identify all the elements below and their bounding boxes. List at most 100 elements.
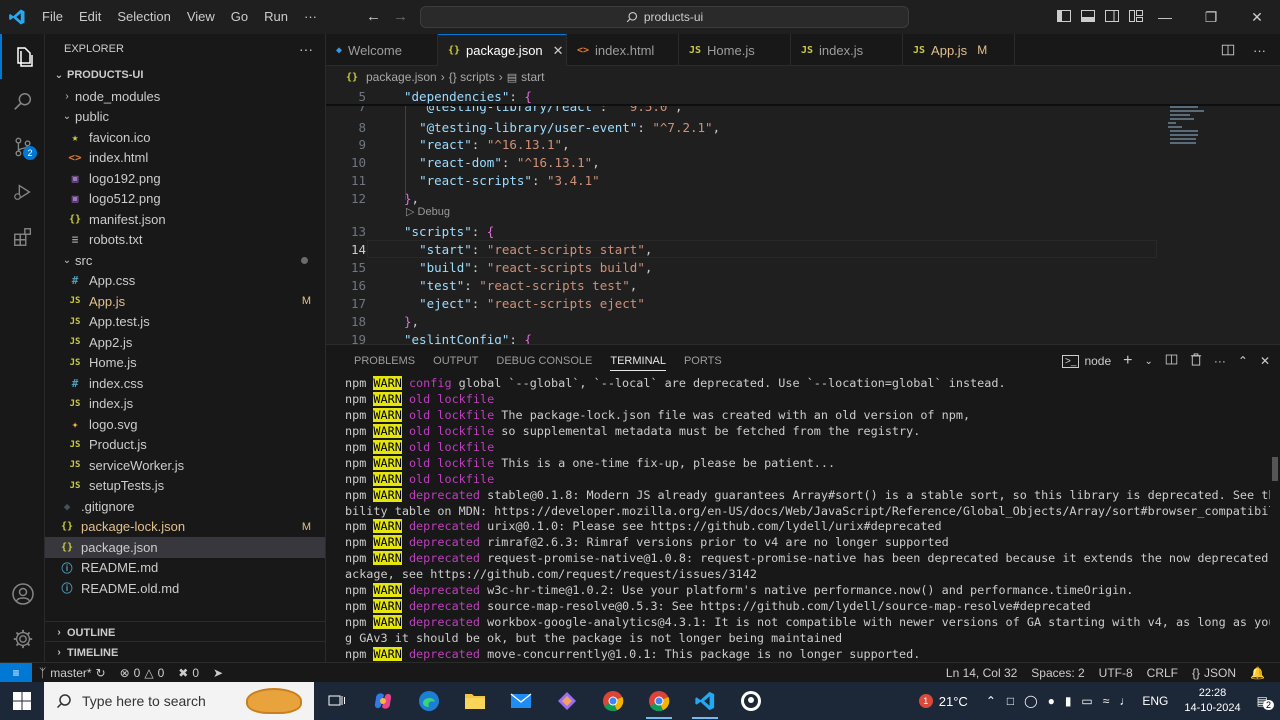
more-actions-icon[interactable]: ··· — [1253, 43, 1266, 60]
encoding[interactable]: UTF-8 — [1092, 666, 1140, 680]
file-item[interactable]: # index.css — [45, 373, 325, 394]
tab-index-js[interactable]: JS index.js — [791, 34, 903, 66]
menu-item-file[interactable]: File — [34, 0, 71, 34]
tab-app-js[interactable]: JS App.js M — [903, 34, 1015, 66]
file-item[interactable]: {} package-lock.json M — [45, 517, 325, 538]
file-item[interactable]: ▣ logo192.png — [45, 168, 325, 189]
ports-indicator[interactable]: ✖ 0 — [171, 666, 206, 680]
github-icon[interactable] — [728, 682, 774, 720]
toggle-panel-icon[interactable] — [1080, 8, 1096, 24]
file-item[interactable]: JS App.js M — [45, 291, 325, 312]
chrome-icon[interactable] — [590, 682, 636, 720]
panel-tab-output[interactable]: OUTPUT — [424, 345, 487, 377]
chevron-down-icon[interactable]: ⌄ — [1144, 356, 1152, 367]
remote-indicator-icon[interactable]: ≡ — [0, 662, 32, 683]
file-item[interactable]: ≡ robots.txt — [45, 230, 325, 251]
file-item[interactable]: JS App.test.js — [45, 312, 325, 333]
forward-arrow-icon[interactable]: → — [393, 8, 408, 25]
source-control-icon[interactable]: 2 — [0, 124, 45, 169]
vscode-taskbar-icon[interactable] — [682, 682, 728, 720]
explorer-icon[interactable] — [0, 34, 45, 79]
mail-icon[interactable] — [498, 682, 544, 720]
menu-item-edit[interactable]: Edit — [71, 0, 109, 34]
clock[interactable]: 22:28 14-10-2024 — [1174, 686, 1250, 716]
toggle-sidebar-icon[interactable] — [1056, 8, 1072, 24]
live-share-icon[interactable]: ➤ — [206, 666, 230, 680]
volume-icon[interactable]: ♩ — [1114, 694, 1136, 708]
more-actions-icon[interactable]: ··· — [299, 41, 313, 57]
tab-package-json[interactable]: {} package.json ✕ — [438, 34, 567, 66]
split-terminal-icon[interactable] — [1165, 353, 1178, 369]
chrome-icon[interactable] — [636, 682, 682, 720]
file-item[interactable]: JS setupTests.js — [45, 476, 325, 497]
file-item[interactable]: # App.css — [45, 271, 325, 292]
minimize-icon[interactable]: — — [1142, 0, 1188, 34]
terminal-shell[interactable]: >_ node — [1062, 354, 1111, 368]
new-terminal-icon[interactable]: + — [1123, 352, 1132, 370]
code-editor[interactable]: 7 "@testing-library/react": "^9.5.0", 8 "… — [326, 88, 1280, 344]
weather-widget[interactable]: 1 21°C — [907, 694, 980, 709]
file-item[interactable]: {} package.json — [45, 537, 325, 558]
search-icon[interactable] — [0, 79, 45, 124]
cursor-position[interactable]: Ln 14, Col 32 — [939, 666, 1024, 680]
more-actions-icon[interactable]: ··· — [1214, 354, 1226, 368]
terminal-scrollbar[interactable] — [1272, 457, 1278, 481]
copilot-icon[interactable] — [360, 682, 406, 720]
panel-tab-terminal[interactable]: TERMINAL — [601, 345, 675, 377]
file-item[interactable]: JS Home.js — [45, 353, 325, 374]
tray-app-icon[interactable]: □ — [1002, 694, 1019, 708]
menu-item-view[interactable]: View — [179, 0, 223, 34]
restore-icon[interactable]: ❐ — [1188, 0, 1234, 34]
command-center-search[interactable]: products-ui — [420, 6, 909, 28]
close-tab-icon[interactable]: ✕ — [553, 43, 564, 59]
back-arrow-icon[interactable]: ← — [366, 8, 381, 25]
maximize-panel-icon[interactable]: ⌃ — [1238, 354, 1248, 368]
windows-start-icon[interactable] — [0, 682, 44, 720]
extensions-icon[interactable] — [0, 214, 45, 259]
breadcrumb-file[interactable]: package.json — [366, 70, 437, 84]
file-item[interactable]: JS index.js — [45, 394, 325, 415]
file-explorer-icon[interactable] — [452, 682, 498, 720]
wifi-icon[interactable]: ● — [1043, 694, 1060, 708]
language-mode[interactable]: {} JSON — [1185, 666, 1243, 680]
trash-icon[interactable] — [1190, 353, 1202, 369]
store-icon[interactable] — [544, 682, 590, 720]
microphone-icon[interactable]: ▮ — [1060, 694, 1077, 708]
file-item[interactable]: {} manifest.json — [45, 209, 325, 230]
file-item[interactable]: ▣ logo512.png — [45, 189, 325, 210]
outline-section[interactable]: › OUTLINE — [45, 621, 326, 643]
file-item[interactable]: JS App2.js — [45, 332, 325, 353]
panel-tab-ports[interactable]: PORTS — [675, 345, 731, 377]
notifications-bell-icon[interactable]: 🔔 — [1243, 666, 1272, 680]
menu-item-more[interactable]: ··· — [296, 0, 325, 34]
tab-welcome[interactable]: ◆ Welcome — [326, 34, 438, 66]
breadcrumb-start[interactable]: start — [521, 70, 544, 84]
taskbar-search[interactable]: Type here to search — [44, 682, 314, 720]
edge-browser-icon[interactable] — [406, 682, 452, 720]
file-item[interactable]: <> index.html — [45, 148, 325, 169]
input-language[interactable]: ENG — [1136, 694, 1174, 708]
end-of-line[interactable]: CRLF — [1140, 666, 1185, 680]
account-icon[interactable] — [0, 571, 45, 616]
folder-item[interactable]: › node_modules — [45, 86, 325, 107]
task-view-icon[interactable] — [314, 682, 360, 720]
file-item[interactable]: ★ favicon.ico — [45, 127, 325, 148]
folder-item[interactable]: ⌄ src — [45, 250, 325, 271]
close-window-icon[interactable]: ✕ — [1234, 0, 1280, 34]
tray-network-app-icon[interactable]: ◯ — [1019, 694, 1042, 708]
close-panel-icon[interactable]: ✕ — [1260, 354, 1270, 368]
toggle-secondary-sidebar-icon[interactable] — [1104, 8, 1120, 24]
notifications-icon[interactable]: ▤ 2 — [1251, 694, 1280, 710]
file-item[interactable]: JS serviceWorker.js — [45, 455, 325, 476]
terminal-output[interactable]: npm WARN config global `--global`, `--lo… — [345, 376, 1270, 663]
problems-indicator[interactable]: ⊗ 0 △ 0 — [113, 666, 172, 680]
menu-item-selection[interactable]: Selection — [109, 0, 178, 34]
file-item[interactable]: ◆ .gitignore — [45, 496, 325, 517]
debug-codelens[interactable]: ▷ Debug — [406, 205, 450, 218]
breadcrumb-scripts[interactable]: {} scripts — [449, 70, 495, 84]
settings-gear-icon[interactable] — [0, 616, 45, 661]
branch-indicator[interactable]: ᛉ master* ↻ — [32, 666, 113, 680]
folder-item[interactable]: ⌄ public — [45, 107, 325, 128]
display-icon[interactable]: ▭ — [1076, 694, 1097, 708]
file-item[interactable]: ⓘ README.md — [45, 558, 325, 579]
